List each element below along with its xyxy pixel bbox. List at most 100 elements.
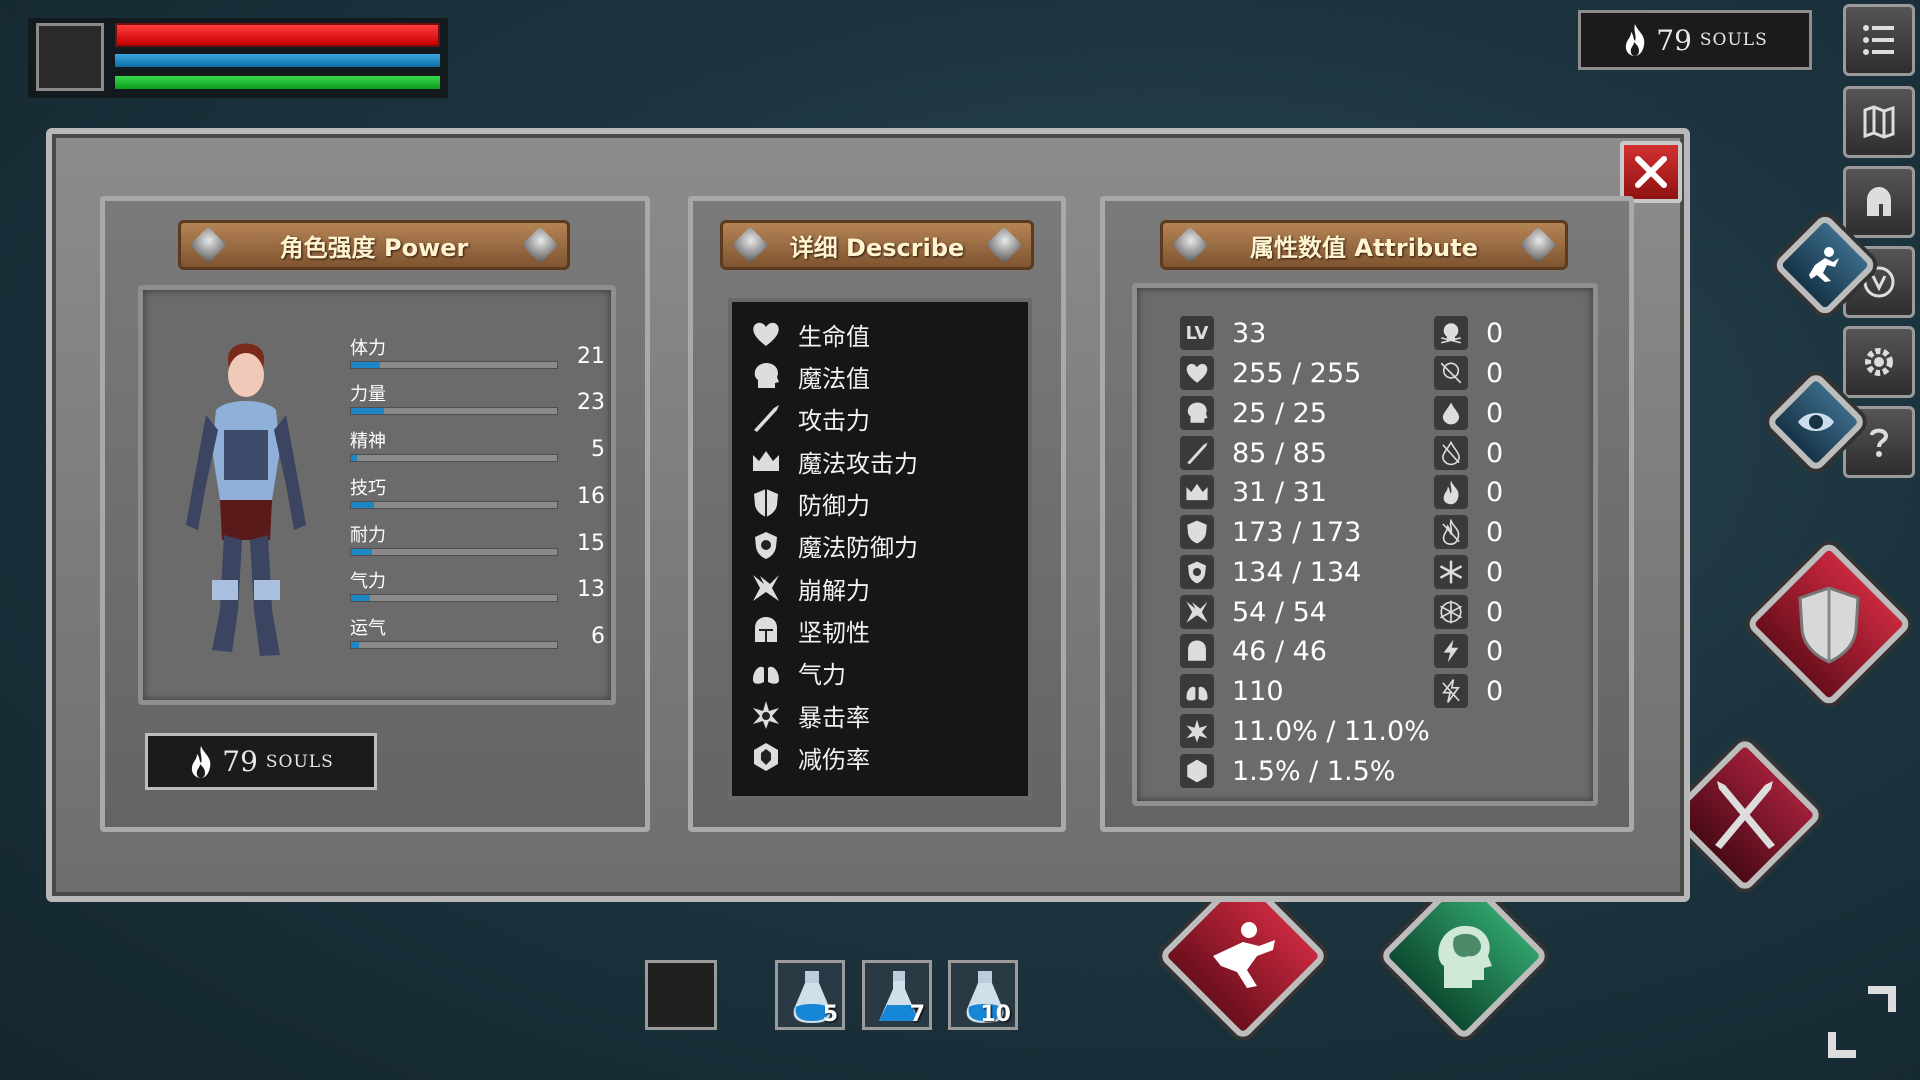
describe-label: 防御力 — [798, 491, 870, 520]
attribute-value: 25 / 25 — [1232, 397, 1327, 429]
sword-icon — [754, 405, 779, 432]
helmet-icon — [1867, 187, 1891, 216]
runner-icon — [1809, 247, 1839, 282]
attribute-row: 134 / 134 — [1180, 554, 1361, 590]
attack-button[interactable] — [1667, 737, 1823, 893]
resist-row: 0 — [1434, 315, 1503, 351]
shield-icon — [1187, 520, 1207, 544]
snowflake-icon — [1439, 560, 1463, 584]
attribute-value: 1.5% / 1.5% — [1232, 755, 1396, 787]
describe-item: 魔法值 — [750, 358, 870, 394]
flame-icon — [192, 745, 211, 778]
stat-label: 运气 — [350, 618, 386, 639]
attribute-row: 54 / 54 — [1180, 594, 1327, 630]
hotbar-slot-potion-2[interactable]: 7 — [862, 960, 932, 1030]
stat-label: 技巧 — [350, 478, 386, 499]
map-icon — [1863, 105, 1895, 139]
resize-corner-icon[interactable] — [1822, 982, 1902, 1062]
lungs-icon — [753, 660, 779, 684]
menu-equipment-button[interactable] — [1843, 166, 1915, 238]
stat-bar — [350, 361, 558, 369]
hotbar-slot-potion-1[interactable]: 5 — [775, 960, 845, 1030]
souls-counter-panel: 79 SOULS — [145, 733, 377, 790]
stat-bar — [350, 407, 558, 415]
describe-item: 生命值 — [750, 316, 870, 352]
attribute-value: 54 / 54 — [1232, 596, 1327, 628]
stat-bar — [350, 501, 558, 509]
heart-icon — [1186, 363, 1208, 383]
menu-map-button[interactable] — [1843, 86, 1915, 158]
resist-row: 0 — [1434, 633, 1503, 669]
resist-row: 0 — [1434, 514, 1503, 550]
resist-value: 0 — [1486, 397, 1504, 429]
hotbar-slot-potion-3[interactable]: 10 — [948, 960, 1018, 1030]
resist-value: 0 — [1486, 675, 1504, 707]
skull-icon — [1441, 323, 1461, 344]
attribute-row: 173 / 173 — [1180, 514, 1361, 550]
attribute-row: 1.5% / 1.5% — [1180, 753, 1395, 789]
gear-icon — [1865, 348, 1893, 376]
stat-row: 精神 5 — [350, 427, 605, 467]
attribute-value: 134 / 134 — [1232, 556, 1362, 588]
hotbar-count: 7 — [909, 1002, 925, 1027]
attribute-value: 11.0% / 11.0% — [1232, 715, 1430, 747]
describe-title: 详细 Describe — [720, 220, 1034, 270]
magic-crown-icon — [753, 451, 779, 471]
stat-row: 运气 6 — [350, 614, 605, 654]
no-bleed-icon — [1442, 440, 1460, 466]
hotbar-slot-empty[interactable] — [645, 960, 717, 1030]
describe-label: 魔法值 — [798, 364, 870, 393]
health-bar — [115, 23, 440, 47]
resist-row: 0 — [1434, 474, 1503, 510]
describe-item: 魔法攻击力 — [750, 443, 918, 479]
describe-label: 生命值 — [798, 322, 870, 351]
attribute-value: 33 — [1232, 317, 1267, 349]
stat-bar — [350, 594, 558, 602]
no-frost-icon — [1440, 600, 1462, 624]
describe-item: 暴击率 — [750, 697, 870, 733]
fire-icon — [1443, 480, 1459, 505]
describe-title-text: 详细 Describe — [789, 233, 965, 262]
resist-row: 0 — [1434, 554, 1503, 590]
menu-settings-button[interactable] — [1843, 326, 1915, 398]
stat-label: 耐力 — [350, 525, 386, 546]
attribute-row: 46 / 46 — [1180, 633, 1327, 669]
stat-row: 气力 13 — [350, 567, 605, 607]
souls-count: 79 — [1656, 23, 1692, 57]
stat-row: 耐力 15 — [350, 521, 605, 561]
resist-row: 0 — [1434, 355, 1503, 391]
player-portrait[interactable] — [36, 23, 104, 91]
list-icon — [1863, 25, 1894, 55]
hotbar-count: 10 — [980, 1002, 1011, 1027]
souls-label: SOULS — [265, 751, 334, 772]
resist-value: 0 — [1486, 437, 1504, 469]
reduce-icon — [754, 743, 778, 771]
describe-item: 崩解力 — [750, 570, 870, 606]
attribute-row: 25 / 25 — [1180, 395, 1327, 431]
block-button[interactable] — [1745, 540, 1913, 708]
describe-label: 魔法攻击力 — [798, 449, 918, 478]
describe-label: 攻击力 — [798, 406, 870, 435]
attribute-value: 173 / 173 — [1232, 516, 1362, 548]
attribute-row: 11.0% / 11.0% — [1180, 713, 1430, 749]
close-button[interactable] — [1620, 141, 1682, 203]
attribute-row: 31 / 31 — [1180, 474, 1327, 510]
head-icon — [1187, 402, 1208, 423]
menu-list-button[interactable] — [1843, 4, 1915, 76]
resist-value: 0 — [1486, 476, 1504, 508]
eye-icon — [1798, 413, 1834, 431]
stat-row: 力量 23 — [350, 380, 605, 420]
crit-icon — [1186, 719, 1208, 743]
stat-label: 精神 — [350, 431, 386, 452]
heart-icon — [753, 322, 779, 346]
crossed-swords-icon — [1715, 781, 1775, 849]
magic-shield-icon — [755, 532, 777, 559]
describe-item: 防御力 — [750, 485, 870, 521]
lightning-icon — [1443, 639, 1459, 663]
describe-label: 减伤率 — [798, 745, 870, 774]
no-lightning-icon — [1442, 679, 1460, 703]
stat-value: 21 — [577, 344, 605, 369]
lungs-icon — [1186, 681, 1208, 701]
stat-bar — [350, 454, 558, 462]
reduce-icon — [1187, 759, 1207, 783]
